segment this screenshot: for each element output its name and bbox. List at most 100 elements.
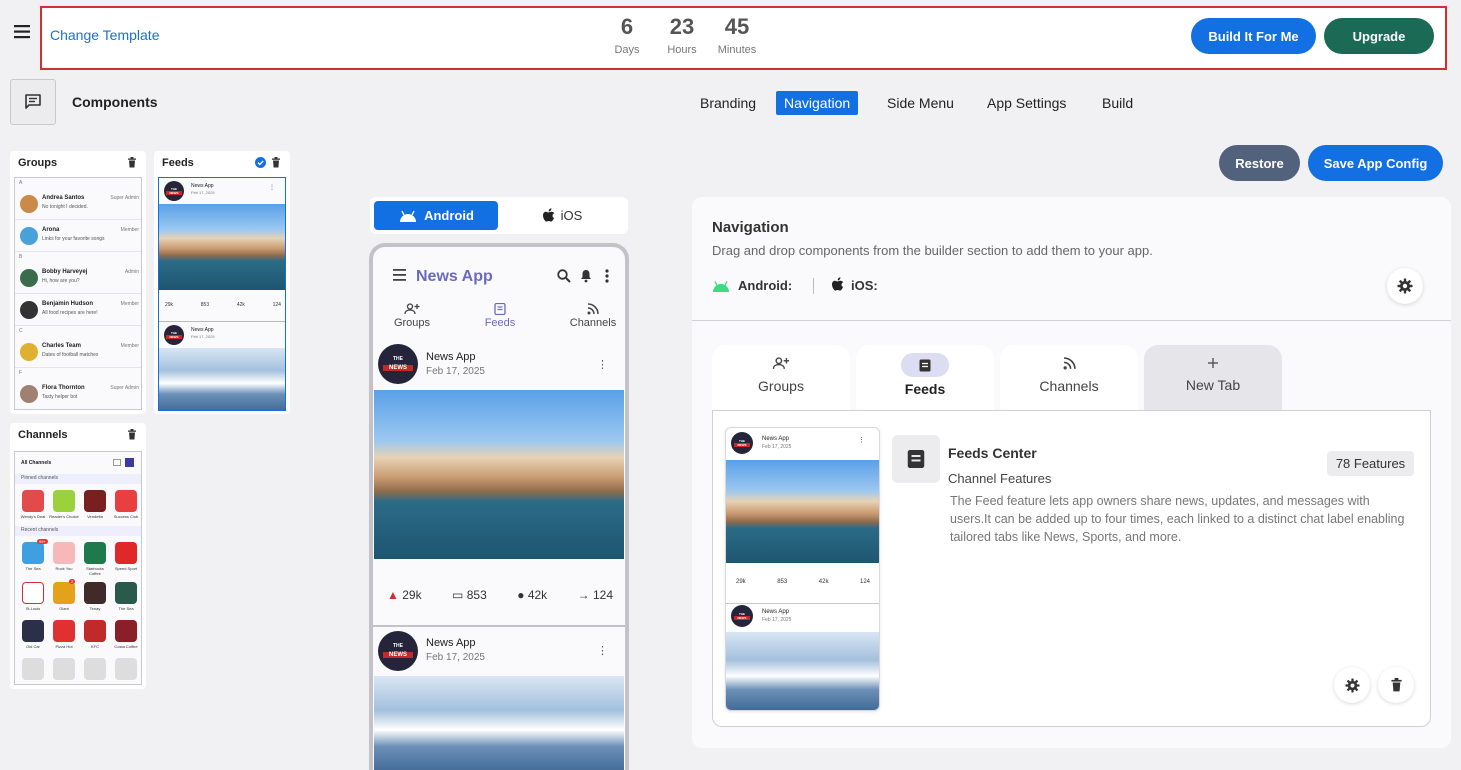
shares[interactable]: → 124 <box>578 588 613 602</box>
trash-icon[interactable] <box>271 157 281 168</box>
post-stats: ▲ 29k ▭ 853 ● 42k → 124 <box>387 588 613 602</box>
group-letter-f: F <box>19 370 23 376</box>
trash-icon <box>1390 678 1402 692</box>
tab-android[interactable]: Android <box>374 201 498 230</box>
phone-tab-label: Feeds <box>484 317 516 329</box>
channel-name: Old Car <box>26 644 40 649</box>
avatar <box>20 343 38 361</box>
gear-icon <box>1397 278 1413 294</box>
channel-badge: 99+ <box>37 539 48 544</box>
news-logo: THE NEWS <box>378 631 418 671</box>
channel-icon <box>22 542 44 564</box>
channel-icon <box>53 542 75 564</box>
share-arrow-icon: → <box>577 588 590 602</box>
groups-component-card[interactable]: Groups A Andrea Santos No tonight I decid… <box>10 151 146 414</box>
tab-build[interactable]: Build <box>1094 91 1141 115</box>
channel-name: Costa Coffee <box>114 644 138 649</box>
avatar <box>20 227 38 245</box>
channel-icon <box>115 582 137 604</box>
list-item: Charles Team Dates of football matches Mem… <box>15 336 141 368</box>
groups-preview: A Andrea Santos No tonight I decided. Supe… <box>14 177 142 410</box>
post-date: Feb 17, 2025 <box>426 366 485 377</box>
components-toggle-button[interactable] <box>10 79 56 125</box>
post-more-icon[interactable]: ⋮ <box>597 644 608 657</box>
post-author: News App <box>191 327 214 333</box>
group-name: Benjamin Hudson <box>42 301 94 307</box>
trash-icon[interactable] <box>127 157 137 168</box>
apple-icon <box>542 208 554 222</box>
phone-tab-channels[interactable]: Channels <box>563 303 623 329</box>
list-item: Andrea Santos No tonight I decided. Super … <box>15 188 141 220</box>
feature-settings-button[interactable] <box>1334 667 1370 703</box>
countdown-minutes: 45 Minutes <box>709 14 765 56</box>
feed-icon <box>494 303 506 315</box>
channels-component-card[interactable]: Channels All Channels Pinned channels We… <box>10 423 146 689</box>
comments[interactable]: ▭ 853 <box>452 588 487 602</box>
post-more-icon[interactable]: ⋮ <box>597 358 608 371</box>
nav-tab-new[interactable]: New Tab <box>1144 345 1282 410</box>
nav-tab-feeds[interactable]: Feeds <box>856 345 994 410</box>
feeds-component-card[interactable]: Feeds THE NEWS News App Feb 17, 2025 ⋮ 29… <box>154 151 290 414</box>
channels-card-title: Channels <box>18 429 68 441</box>
nav-settings-button[interactable] <box>1387 268 1423 304</box>
nav-tab-label: Feeds <box>904 381 946 397</box>
components-title: Components <box>72 94 158 110</box>
tab-navigation[interactable]: Navigation <box>776 91 859 115</box>
group-role: Member <box>120 301 139 307</box>
group-message: Links for your favorite songs <box>42 236 105 242</box>
channel-icon <box>53 582 75 604</box>
group-message: All food recipes are here! <box>42 310 98 316</box>
feature-preview: THE NEWS News App Feb 17, 2025 ⋮ 29k 853 42… <box>725 427 880 711</box>
phone-tab-feeds[interactable]: Feeds <box>473 303 527 329</box>
group-role: Member <box>120 343 139 349</box>
phone-tab-groups[interactable]: Groups <box>385 303 439 329</box>
channel-name: Rock You <box>55 566 73 571</box>
news-logo: THE NEWS <box>731 432 753 454</box>
list-item: Benjamin Hudson All food recipes are here… <box>15 294 141 326</box>
build-it-for-me-button[interactable]: Build It For Me <box>1191 18 1316 54</box>
change-template-link[interactable]: Change Template <box>50 27 159 43</box>
android-icon <box>400 210 417 222</box>
nav-tab-groups[interactable]: Groups <box>712 345 850 410</box>
tab-branding[interactable]: Branding <box>692 91 764 115</box>
comments-count: 853 <box>466 588 487 602</box>
views[interactable]: ● 42k <box>517 588 547 602</box>
comment-icon: ▭ <box>452 588 464 602</box>
more-vertical-icon[interactable] <box>605 269 609 283</box>
channel-icon <box>84 582 106 604</box>
list-view-icon <box>113 459 121 466</box>
restore-button[interactable]: Restore <box>1219 145 1300 181</box>
countdown-days-value: 6 <box>620 14 634 39</box>
countdown-minutes-value: 45 <box>724 14 750 39</box>
tab-side-menu[interactable]: Side Menu <box>879 91 962 115</box>
group-message: Hi, how are you? <box>42 278 80 284</box>
search-icon[interactable] <box>557 269 571 283</box>
tab-app-settings[interactable]: App Settings <box>979 91 1074 115</box>
android-label: Android <box>424 208 474 223</box>
post-author: News App <box>191 183 214 189</box>
shares-count: 124 <box>859 579 870 585</box>
group-message: No tonight I decided. <box>42 204 88 210</box>
save-app-config-button[interactable]: Save App Config <box>1308 145 1443 181</box>
group-name: Arona <box>42 227 60 233</box>
feature-delete-button[interactable] <box>1378 667 1414 703</box>
post-stats: 29k 853 42k 124 <box>165 302 281 308</box>
channel-name: The Sea <box>118 606 134 611</box>
android-icon <box>713 281 729 292</box>
group-role: Super Admin <box>110 195 139 201</box>
bell-icon[interactable] <box>580 269 592 283</box>
more-icon: ⋮ <box>858 437 865 444</box>
upgrade-button[interactable]: Upgrade <box>1324 18 1434 54</box>
likes[interactable]: ▲ 29k <box>387 588 422 602</box>
gear-icon <box>1344 677 1360 693</box>
channel-name: KFC <box>91 644 99 649</box>
check-circle-icon <box>255 157 266 168</box>
tab-ios[interactable]: iOS <box>500 201 624 230</box>
nav-tab-channels[interactable]: Channels <box>1000 345 1138 410</box>
trash-icon[interactable] <box>127 429 137 440</box>
hamburger-menu-icon[interactable] <box>14 24 32 40</box>
avatar <box>20 269 38 287</box>
menu-icon[interactable] <box>393 269 407 281</box>
chat-icon <box>25 94 41 109</box>
add-group-icon <box>772 357 790 369</box>
